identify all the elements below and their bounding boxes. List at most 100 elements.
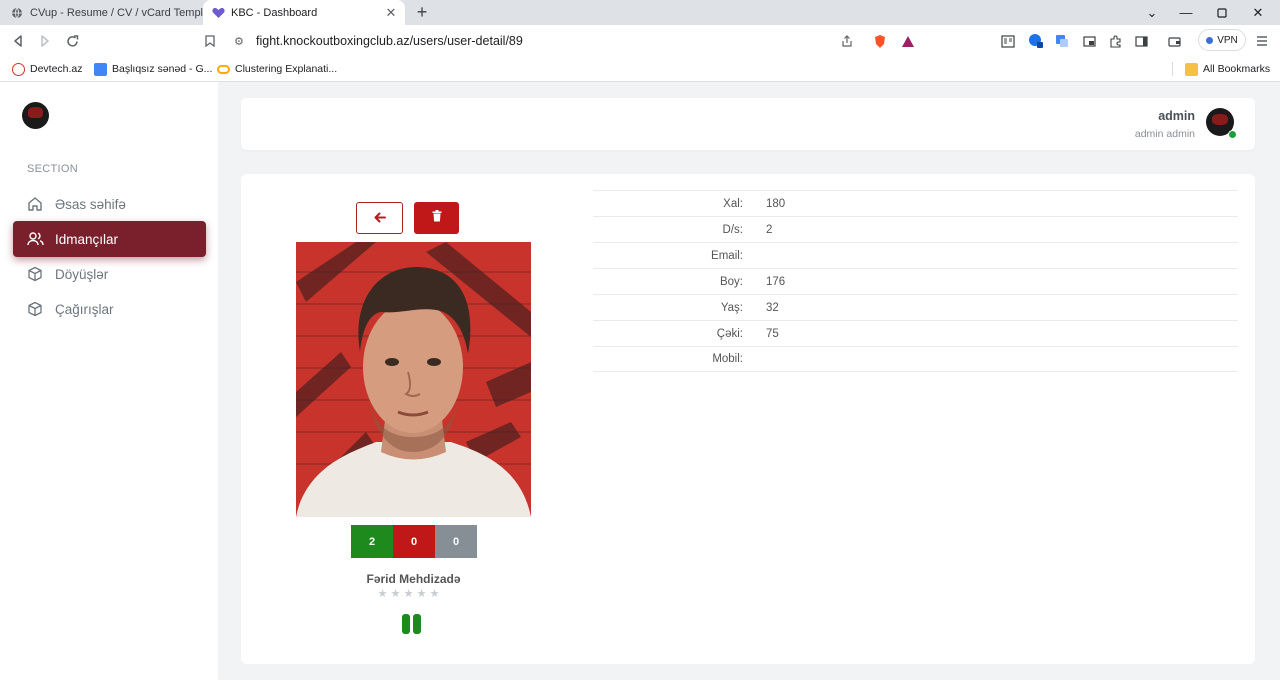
- url-text: fight.knockoutboxingclub.az/users/user-d…: [256, 34, 523, 48]
- extensions-puzzle-icon[interactable]: [1105, 31, 1125, 51]
- sidebar: SECTION Əsas səhifə Idmançılar Döyüşlər …: [0, 82, 218, 680]
- sidebar-item-label: Əsas səhifə: [55, 196, 126, 212]
- athlete-name: Fərid Mehdizadə: [366, 572, 461, 586]
- close-icon[interactable]: ✕: [383, 5, 399, 21]
- globe-icon: [10, 6, 24, 20]
- kbc-logo[interactable]: [22, 102, 49, 129]
- sidebar-item-home[interactable]: Əsas səhifə: [13, 186, 206, 222]
- star-icon[interactable]: ★: [390, 587, 401, 600]
- athlete-details-table: Xal: 180 D/s: 2 Email: Boy: 176 Yaş: 32 …: [593, 190, 1238, 372]
- translate-icon[interactable]: [1052, 31, 1072, 51]
- star-icon[interactable]: ★: [416, 587, 427, 600]
- detail-label: Xal:: [723, 197, 743, 210]
- browser-toolbar: ⚙ fight.knockoutboxingclub.az/users/user…: [0, 25, 1280, 57]
- tab-title: KBC - Dashboard: [231, 6, 318, 19]
- maximize-button[interactable]: [1204, 0, 1240, 25]
- table-row: Xal: 180: [593, 190, 1238, 216]
- section-label: SECTION: [27, 163, 78, 175]
- bookmark-label: Başlıqsız sənəd - G...: [112, 63, 213, 75]
- sidebar-item-fights[interactable]: Döyüşlər: [13, 256, 206, 292]
- wallet-icon[interactable]: [1164, 31, 1184, 51]
- devtech-icon: [12, 62, 25, 76]
- vpn-label: VPN: [1217, 34, 1238, 46]
- close-window-button[interactable]: ✕: [1240, 0, 1276, 25]
- bookmark-label: Clustering Explanati...: [235, 63, 338, 75]
- rating-stars: ★ ★ ★ ★ ★: [377, 587, 440, 600]
- detail-value: 32: [766, 301, 779, 314]
- detail-value: 180: [766, 197, 786, 210]
- new-tab-button[interactable]: +: [412, 2, 432, 22]
- sidebar-icon[interactable]: [1131, 31, 1151, 51]
- detail-value: 176: [766, 275, 786, 288]
- reload-icon[interactable]: [62, 31, 82, 51]
- losses-count: 0: [393, 525, 435, 558]
- heart-icon: [211, 6, 225, 20]
- athlete-photo: [296, 242, 531, 517]
- star-icon[interactable]: ★: [429, 587, 440, 600]
- brave-rewards-icon[interactable]: [898, 31, 918, 51]
- google-docs-icon: [94, 62, 107, 76]
- table-row: Mobil:: [593, 346, 1238, 372]
- wins-count: 2: [351, 525, 393, 558]
- star-icon[interactable]: ★: [403, 587, 414, 600]
- back-icon[interactable]: [8, 31, 28, 51]
- table-row: D/s: 2: [593, 216, 1238, 242]
- home-icon: [26, 195, 44, 213]
- detail-value: 75: [766, 327, 779, 340]
- pause-icon[interactable]: [402, 614, 421, 634]
- minimize-button[interactable]: —: [1168, 0, 1204, 25]
- sidebar-item-label: Idmançılar: [55, 231, 119, 247]
- bookmark-icon[interactable]: [200, 31, 220, 51]
- site-settings-icon[interactable]: ⚙: [234, 35, 250, 48]
- sidebar-item-challenges[interactable]: Çağırışlar: [13, 291, 206, 327]
- address-bar[interactable]: ⚙ fight.knockoutboxingclub.az/users/user…: [228, 29, 922, 53]
- sidebar-item-label: Döyüşlər: [55, 266, 109, 282]
- detail-label: Çəki:: [716, 327, 743, 340]
- extension-icon[interactable]: [1026, 31, 1046, 51]
- online-status-indicator: [1228, 130, 1237, 139]
- folder-icon: [1185, 62, 1198, 76]
- cube-icon: [26, 300, 44, 318]
- table-row: Yaş: 32: [593, 294, 1238, 320]
- detail-label: D/s:: [722, 223, 743, 236]
- forward-icon[interactable]: [35, 31, 55, 51]
- star-icon[interactable]: ★: [377, 587, 388, 600]
- draws-count: 0: [435, 525, 477, 558]
- back-button[interactable]: [356, 202, 403, 234]
- bookmark-google-doc[interactable]: Başlıqsız sənəd - G...: [94, 57, 212, 81]
- table-row: Email:: [593, 242, 1238, 268]
- chevron-down-icon[interactable]: ⌄: [1134, 0, 1170, 25]
- all-bookmarks[interactable]: All Bookmarks: [1185, 57, 1270, 81]
- bookmarks-divider: [1172, 62, 1173, 76]
- sidebar-item-label: Çağırışlar: [55, 301, 114, 317]
- tab-cvup[interactable]: CVup - Resume / CV / vCard Template: [0, 0, 203, 25]
- vpn-status-icon: [1206, 36, 1214, 44]
- users-icon: [26, 230, 44, 248]
- delete-button[interactable]: [414, 202, 459, 234]
- reader-mode-icon[interactable]: [998, 31, 1018, 51]
- table-row: Boy: 176: [593, 268, 1238, 294]
- bookmark-clustering[interactable]: Clustering Explanati...: [217, 57, 337, 81]
- athlete-detail-card: 2 0 0 Fərid Mehdizadə ★ ★ ★ ★ ★ Xal: 180…: [241, 174, 1255, 664]
- user-role: admin admin: [1134, 128, 1195, 140]
- detail-label: Yaş:: [720, 301, 743, 314]
- all-bookmarks-label: All Bookmarks: [1203, 63, 1271, 75]
- infinity-icon: [217, 64, 230, 74]
- browser-tab-strip: CVup - Resume / CV / vCard Template KBC …: [0, 0, 1280, 25]
- vpn-button[interactable]: VPN: [1198, 29, 1246, 51]
- table-row: Çəki: 75: [593, 320, 1238, 346]
- sidebar-item-athletes[interactable]: Idmançılar: [13, 221, 206, 257]
- user-name[interactable]: admin: [1158, 109, 1195, 123]
- share-icon[interactable]: [837, 31, 857, 51]
- brave-shield-icon[interactable]: [870, 31, 890, 51]
- detail-label: Mobil:: [712, 353, 743, 365]
- tab-title: CVup - Resume / CV / vCard Template: [30, 6, 203, 19]
- trash-icon: [432, 209, 442, 227]
- picture-in-picture-icon[interactable]: [1079, 31, 1099, 51]
- menu-icon[interactable]: [1252, 31, 1272, 51]
- bookmark-devtech[interactable]: Devtech.az: [12, 57, 83, 81]
- arrow-left-icon: [374, 210, 386, 227]
- cube-icon: [26, 265, 44, 283]
- tab-kbc-dashboard[interactable]: KBC - Dashboard ✕: [203, 0, 405, 25]
- detail-label: Boy:: [719, 275, 743, 288]
